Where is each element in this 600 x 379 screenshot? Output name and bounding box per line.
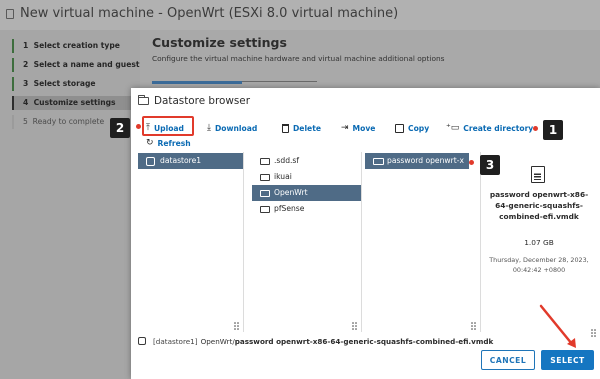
download-icon: ⤓	[207, 123, 211, 133]
datastore-icon	[146, 157, 155, 166]
disk-icon	[373, 158, 384, 165]
settings-tabs[interactable]	[152, 81, 317, 86]
step-5[interactable]: 5 Ready to complete	[12, 115, 104, 129]
folder-column: .sdd.sf ikuai OpenWrt pfSense	[252, 152, 362, 332]
delete-button[interactable]: Delete	[282, 121, 321, 135]
folder-icon	[260, 190, 270, 197]
refresh-button[interactable]: ↻ Refresh	[146, 136, 191, 150]
list-item-datastore1[interactable]: datastore1	[138, 153, 243, 169]
move-icon: ⇥	[341, 123, 349, 133]
annotation-arrow	[539, 304, 576, 348]
column-resize-handle[interactable]	[234, 322, 240, 330]
file-icon	[531, 166, 545, 183]
list-item-vmdk-file[interactable]: password openwrt-x	[365, 153, 469, 169]
upload-highlight-box	[142, 116, 194, 136]
annotation-dot-2	[136, 124, 141, 129]
file-modified-date: Thursday, December 28, 2023, 00:42:42 +0…	[489, 256, 589, 274]
datastore-icon	[138, 337, 146, 345]
folder-icon	[260, 206, 270, 213]
file-size: 1.07 GB	[524, 238, 554, 247]
list-item-sdd-sf[interactable]: .sdd.sf	[252, 153, 361, 169]
column-resize-handle[interactable]	[471, 322, 477, 330]
datastore-browser-dialog: Datastore browser ⤒ Upload ⤓ Download De…	[131, 88, 600, 379]
path-prefix: OpenWrt/	[200, 336, 235, 346]
file-name: password openwrt-x86-64-generic-squashfs…	[489, 190, 589, 221]
page-subtitle: Configure the virtual machine hardware a…	[152, 54, 445, 63]
list-item-openwrt[interactable]: OpenWrt	[252, 185, 361, 201]
select-button[interactable]: SELECT	[541, 350, 594, 370]
virtual-machine-icon	[6, 9, 14, 19]
annotation-badge-2: 2	[110, 118, 130, 138]
wizard-header: New virtual machine - OpenWrt (ESXi 8.0 …	[0, 0, 600, 30]
trash-icon	[282, 123, 289, 133]
annotation-dot-1	[533, 126, 538, 131]
folder-icon	[260, 174, 270, 181]
refresh-icon: ↻	[146, 138, 154, 148]
new-folder-icon: ⁺▭	[446, 123, 460, 133]
selected-path-bar: [datastore1] OpenWrt/ password openwrt-x…	[138, 334, 594, 348]
step-3[interactable]: 3 Select storage	[12, 77, 96, 91]
browser-columns: datastore1 .sdd.sf ikuai OpenWrt pfSense	[138, 152, 596, 337]
active-tab-indicator	[152, 81, 242, 84]
path-file: password openwrt-x86-64-generic-squashfs…	[234, 336, 494, 346]
list-item-ikuai[interactable]: ikuai	[252, 169, 361, 185]
cancel-button[interactable]: CANCEL	[481, 350, 535, 370]
copy-button[interactable]: Copy	[395, 121, 429, 135]
annotation-dot-3	[469, 160, 474, 165]
annotation-badge-3: 3	[480, 155, 500, 175]
dialog-toolbar: ⤒ Upload ⤓ Download Delete ⇥ Move Copy ⁺…	[131, 116, 600, 152]
list-item-pfsense[interactable]: pfSense	[252, 201, 361, 217]
step-1[interactable]: 1 Select creation type	[12, 39, 120, 53]
folder-icon	[260, 158, 270, 165]
annotation-badge-1: 1	[543, 120, 563, 140]
file-column: password openwrt-x	[365, 152, 481, 332]
wizard-title: New virtual machine - OpenWrt (ESXi 8.0 …	[20, 6, 399, 21]
step-4[interactable]: 4 Customize settings	[12, 96, 140, 110]
wizard-steps: 1 Select creation type 2 Select a name a…	[0, 30, 154, 379]
datastore-column: datastore1	[138, 152, 244, 332]
move-button[interactable]: ⇥ Move	[341, 121, 375, 135]
page-title: Customize settings	[152, 35, 287, 50]
copy-icon	[395, 123, 404, 133]
column-resize-handle[interactable]	[352, 322, 358, 330]
step-2[interactable]: 2 Select a name and guest OS	[12, 58, 154, 72]
folder-icon	[138, 95, 149, 105]
create-directory-button[interactable]: ⁺▭ Create directory	[446, 121, 533, 135]
dialog-title: Datastore browser	[138, 95, 250, 107]
path-datastore: [datastore1]	[153, 336, 198, 346]
download-button[interactable]: ⤓ Download	[207, 121, 257, 135]
